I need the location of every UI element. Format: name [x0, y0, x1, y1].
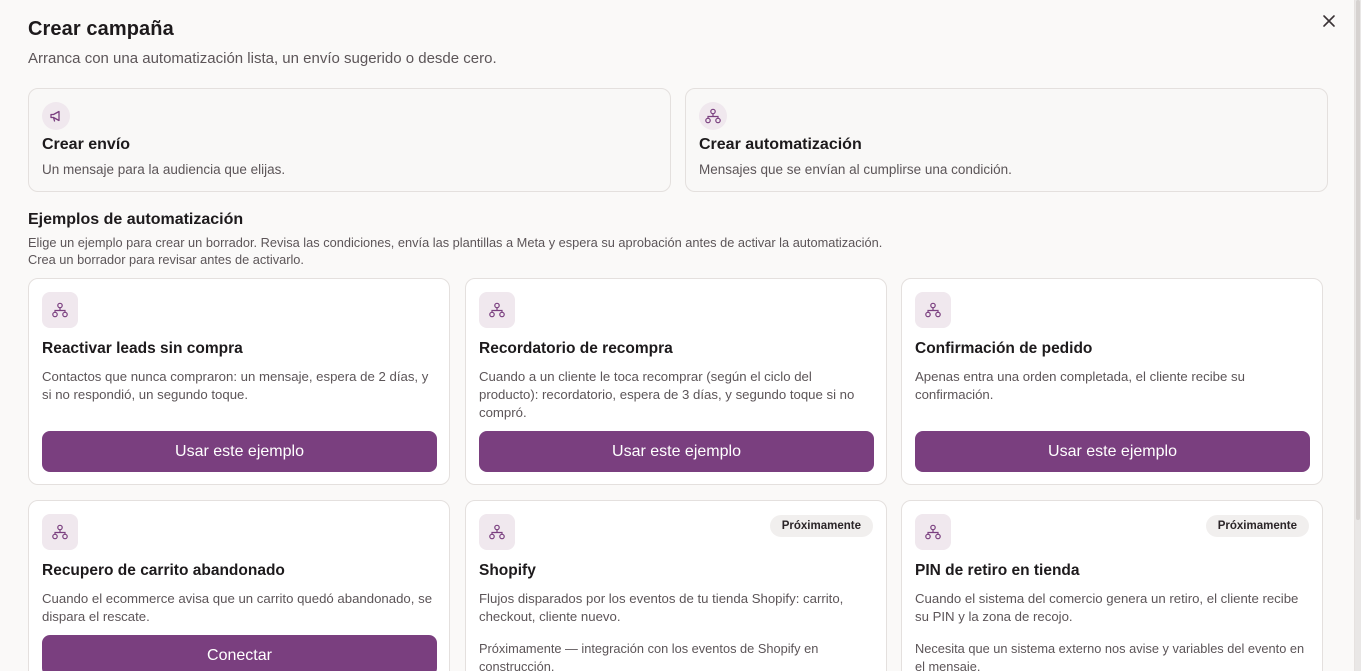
workflow-icon [699, 102, 727, 130]
connect-button[interactable]: Conectar [42, 635, 437, 671]
create-campaign-modal: Crear campaña Arranca con una automatiza… [0, 0, 1355, 671]
create-automation-desc: Mensajes que se envían al cumplirse una … [699, 162, 1012, 177]
workflow-icon [479, 514, 515, 550]
example-title: PIN de retiro en tienda [915, 562, 1080, 579]
example-title: Reactivar leads sin compra [42, 340, 243, 357]
modal-title: Crear campaña [28, 18, 174, 40]
close-icon[interactable] [1318, 10, 1340, 32]
example-title: Shopify [479, 562, 536, 579]
example-note: Próximamente — integración con los event… [479, 641, 819, 671]
workflow-icon [915, 292, 951, 328]
example-card-order-confirmation: Confirmación de pedido Apenas entra una … [901, 278, 1323, 485]
examples-desc-line-2: Crea un borrador para revisar antes de a… [28, 252, 304, 267]
workflow-icon [479, 292, 515, 328]
example-desc: Flujos disparados por los eventos de tu … [479, 591, 844, 624]
example-desc: Cuando el ecommerce avisa que un carrito… [42, 591, 433, 624]
example-card-reactivate-leads: Reactivar leads sin compra Contactos que… [28, 278, 450, 485]
create-send-desc: Un mensaje para la audiencia que elijas. [42, 162, 286, 177]
example-title: Confirmación de pedido [915, 340, 1093, 357]
example-card-repurchase-reminder: Recordatorio de recompra Cuando a un cli… [465, 278, 887, 485]
use-example-button[interactable]: Usar este ejemplo [915, 431, 1310, 472]
modal-subtitle: Arranca con una automatización lista, un… [28, 50, 497, 67]
example-desc: Apenas entra una orden completada, el cl… [915, 369, 1245, 402]
workflow-icon [915, 514, 951, 550]
examples-desc-line-1: Elige un ejemplo para crear un borrador.… [28, 235, 883, 250]
create-send-card[interactable]: Crear envío Un mensaje para la audiencia… [28, 88, 671, 192]
create-automation-card[interactable]: Crear automatización Mensajes que se env… [685, 88, 1328, 192]
example-card-pickup-pin: Próximamente PIN de retiro en tienda Cua… [901, 500, 1323, 671]
example-desc: Cuando el sistema del comercio genera un… [915, 591, 1299, 624]
use-example-button[interactable]: Usar este ejemplo [42, 431, 437, 472]
coming-soon-badge: Próximamente [769, 515, 873, 537]
use-example-button[interactable]: Usar este ejemplo [479, 431, 874, 472]
example-note: Necesita que un sistema externo nos avis… [915, 641, 1305, 671]
example-card-abandoned-cart: Recupero de carrito abandonado Cuando el… [28, 500, 450, 671]
examples-section-desc: Elige un ejemplo para crear un borrador.… [28, 234, 1128, 268]
create-send-title: Crear envío [42, 136, 131, 153]
examples-section-title: Ejemplos de automatización [28, 211, 244, 228]
workflow-icon [42, 514, 78, 550]
example-desc: Cuando a un cliente le toca recomprar (s… [479, 369, 855, 420]
example-title: Recupero de carrito abandonado [42, 562, 285, 579]
example-title: Recordatorio de recompra [479, 340, 673, 357]
scrollbar-thumb[interactable] [1356, 0, 1360, 520]
workflow-icon [42, 292, 78, 328]
create-automation-title: Crear automatización [699, 136, 862, 153]
megaphone-icon [42, 102, 70, 130]
coming-soon-badge: Próximamente [1205, 515, 1309, 537]
example-card-shopify: Próximamente Shopify Flujos disparados p… [465, 500, 887, 671]
example-desc: Contactos que nunca compraron: un mensaj… [42, 369, 429, 402]
